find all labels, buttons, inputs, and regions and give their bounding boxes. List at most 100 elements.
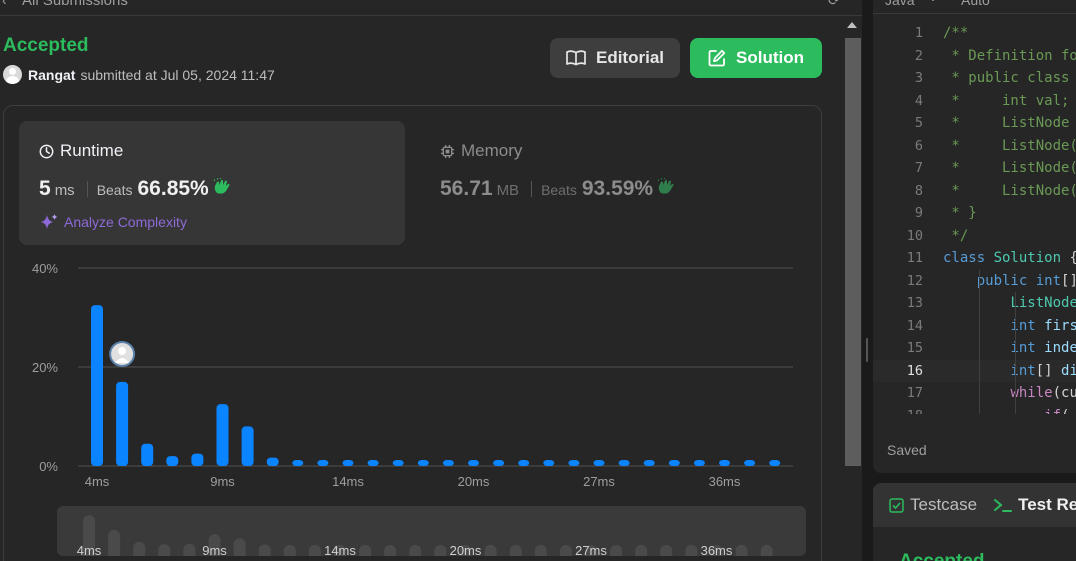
- code-line[interactable]: 15 int index = 1;: [873, 337, 1076, 360]
- vertical-scrollbar[interactable]: [843, 18, 862, 561]
- chart-bar[interactable]: [392, 460, 404, 466]
- chart-bar[interactable]: [91, 305, 103, 466]
- username-link[interactable]: Rangat: [28, 67, 75, 83]
- chart-bar[interactable]: [191, 453, 204, 466]
- chart-bar[interactable]: [216, 404, 229, 466]
- editorial-label: Editorial: [595, 48, 664, 67]
- runtime-unit: ms: [54, 182, 75, 199]
- chart-bar[interactable]: [317, 460, 329, 466]
- memory-unit: MB: [496, 182, 520, 199]
- mini-x-tick-label: 9ms: [202, 543, 227, 556]
- code-token: while: [1010, 385, 1053, 401]
- resize-handle[interactable]: [866, 338, 868, 362]
- code-line[interactable]: 10 */: [873, 225, 1076, 248]
- code-line[interactable]: 6 * ListNode() {}: [873, 135, 1076, 158]
- chart-bar[interactable]: [568, 460, 580, 466]
- chart-bar[interactable]: [643, 460, 655, 466]
- code-text: class Solution {: [943, 247, 1076, 270]
- chevron-down-icon[interactable]: ⌄: [928, 0, 938, 4]
- chart-bar[interactable]: [593, 460, 605, 466]
- chart-bar[interactable]: [518, 460, 530, 466]
- code-text: * Definition for singly-linked list.: [943, 45, 1076, 68]
- chart-bar[interactable]: [166, 456, 179, 466]
- user-position-avatar[interactable]: [109, 341, 136, 367]
- chart-bar[interactable]: [241, 426, 254, 466]
- code-line[interactable]: 11 class Solution {: [873, 247, 1076, 270]
- code-editor[interactable]: 1 /** 2 * Definition for singly-linked lis…: [873, 22, 1076, 414]
- all-submissions-link[interactable]: All Submissions: [22, 0, 128, 9]
- code-token: []: [1035, 362, 1062, 379]
- chart-bar[interactable]: [292, 460, 304, 466]
- avatar[interactable]: [3, 65, 22, 84]
- scroll-up-arrow-icon[interactable]: [847, 22, 857, 28]
- chart-bar[interactable]: [442, 460, 454, 466]
- runtime-beats-label: Beats: [96, 182, 133, 198]
- editorial-button[interactable]: Editorial: [550, 38, 680, 78]
- chart-bar[interactable]: [543, 460, 555, 466]
- chart-bar[interactable]: [417, 460, 429, 466]
- code-token: first: [1044, 317, 1076, 334]
- language-select[interactable]: Java: [885, 0, 915, 8]
- refresh-icon[interactable]: ⟳: [828, 0, 840, 9]
- scrollbar-thumb[interactable]: [845, 38, 861, 466]
- code-line[interactable]: 9 * }: [873, 202, 1076, 225]
- tab-test-result[interactable]: Test Result: [993, 495, 1076, 515]
- submitted-time: submitted at Jul 05, 2024 11:47: [80, 66, 275, 83]
- chart-bar[interactable]: [141, 443, 154, 466]
- checkbox-icon: [889, 497, 904, 513]
- code-line[interactable]: 1 /**: [873, 22, 1076, 45]
- code-token: [] nodesBetweenCriticalPoints: [1061, 272, 1076, 289]
- line-number: 1: [914, 25, 923, 41]
- chart-bar[interactable]: [342, 460, 354, 466]
- chart-bar[interactable]: [769, 460, 781, 466]
- x-tick-label: 36ms: [709, 474, 741, 489]
- code-token: if: [1044, 408, 1061, 415]
- chart-bar[interactable]: [493, 460, 505, 466]
- code-line[interactable]: 4 * int val;: [873, 90, 1076, 113]
- code-line[interactable]: 7 * ListNode(int val) {}: [873, 157, 1076, 180]
- code-line[interactable]: 13 ListNode prev = head;: [873, 292, 1076, 315]
- tab-testcase[interactable]: Testcase: [889, 495, 977, 515]
- memory-box[interactable]: Memory 56.71 MB Beats 93.59%: [420, 121, 810, 245]
- analyze-complexity-link[interactable]: Analyze Complexity: [39, 213, 187, 231]
- code-line[interactable]: 12 public int[] nodesBetweenCriticalPoin…: [873, 270, 1076, 293]
- mini-bar: [158, 544, 171, 556]
- code-line[interactable]: 2 * Definition for singly-linked list.: [873, 45, 1076, 68]
- auto-mode-toggle[interactable]: Auto: [961, 0, 990, 8]
- chart-bar[interactable]: [367, 460, 379, 466]
- chart-bar[interactable]: [116, 381, 129, 466]
- avatar-head: [118, 347, 127, 355]
- code-line[interactable]: 5 * ListNode next;: [873, 112, 1076, 135]
- code-line[interactable]: 18 if(...: [873, 405, 1076, 415]
- chart-bar[interactable]: [266, 457, 279, 466]
- chart-bar[interactable]: [693, 460, 705, 466]
- chart-bar[interactable]: [744, 460, 756, 466]
- y-tick-label: 40%: [32, 261, 58, 276]
- chart-bar[interactable]: [668, 460, 680, 466]
- code-token: public int: [976, 272, 1062, 289]
- runtime-distribution-chart[interactable]: 40% 20% 0% 4ms 9ms 14ms 20ms 27ms 36ms: [0, 255, 830, 495]
- chart-bar[interactable]: [719, 460, 730, 466]
- mini-bar: [283, 544, 296, 556]
- memory-value: 56.71: [440, 177, 493, 200]
- back-icon[interactable]: ‹: [2, 0, 7, 8]
- runtime-box[interactable]: Runtime 5 ms Beats 66.85% Analyze Comple…: [19, 121, 405, 245]
- line-number: 17: [906, 385, 923, 401]
- mini-bar: [233, 538, 246, 556]
- code-text: * ListNode() {}: [943, 135, 1076, 158]
- solution-button[interactable]: Solution: [690, 38, 822, 78]
- code-line[interactable]: 3 * public class ListNode {: [873, 67, 1076, 90]
- chart-bar[interactable]: [618, 460, 630, 466]
- distribution-overview-chart[interactable]: 4ms 9ms 14ms 20ms 27ms 36ms: [57, 506, 806, 556]
- code-line[interactable]: 8 * ListNode(int val, ListNode next) {}: [873, 180, 1076, 203]
- code-line[interactable]: 16 int[] dist = new int[2];: [873, 359, 1076, 382]
- x-tick-label: 4ms: [85, 474, 110, 489]
- line-number: 4: [914, 92, 923, 109]
- code-line[interactable]: 14 int first = -1;: [873, 315, 1076, 338]
- code-line[interactable]: 17 while(curr != null): [873, 382, 1076, 405]
- chart-bar[interactable]: [468, 460, 479, 466]
